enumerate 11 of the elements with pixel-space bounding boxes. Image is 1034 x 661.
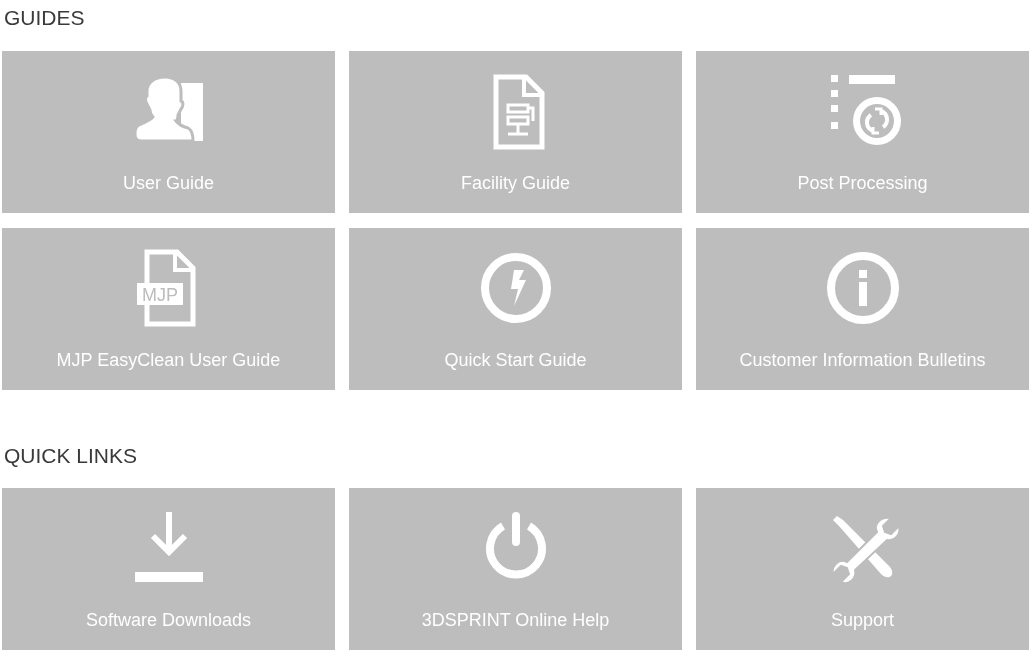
guide-tile[interactable]: Customer Information Bulletins [696,228,1029,390]
guide-tile[interactable]: MJP MJP EasyClean User Guide [2,228,335,390]
section-heading: QUICK LINKS [4,443,139,469]
guide-tile[interactable]: Software Downloads [2,488,335,650]
guide-tile[interactable]: User Guide [2,51,335,213]
guide-tile[interactable]: 3DSPRINT Online Help [349,488,682,650]
guide-tile[interactable]: Post Processing [696,51,1029,213]
guide-tile[interactable]: Facility Guide [349,51,682,213]
guide-tile[interactable]: Support [696,488,1029,650]
guide-tile[interactable]: Quick Start Guide [349,228,682,390]
section-heading: GUIDES [4,5,86,31]
